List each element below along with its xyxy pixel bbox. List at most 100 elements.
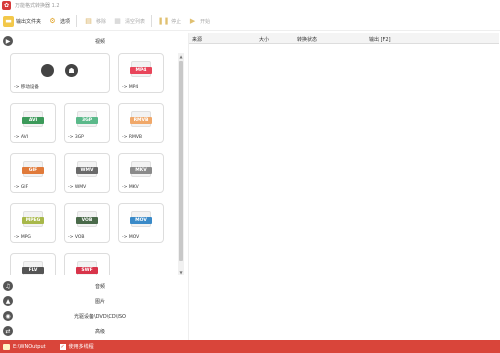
format-tile-3gp[interactable]: 3GP -> 3GP [64,103,110,143]
clear-list-label: 清空列表 [125,18,146,25]
folder-icon: ▬ [3,15,14,27]
app-window: ✿ 万能格式转换器 1.2 ▬ 输出文件夹 ⚙ 选项 ▤ 移除 ▦ 清空列表 ❚… [0,0,500,353]
toolbar: ▬ 输出文件夹 ⚙ 选项 ▤ 移除 ▦ 清空列表 ❚❚ 停止 ▶ 开始 [0,12,500,31]
format-tile-rmvb[interactable]: RMVB -> RMVB [118,103,164,143]
format-scrollbar[interactable]: ▲ ▼ [178,53,184,275]
column-size[interactable]: 大小 [259,36,269,43]
format-panel: ▶ 视频 ☗ -> 移动设备 MP4 -> MP4 AVI -> AVI 3GP… [0,33,186,340]
format-label: -> 移动设备 [14,85,39,90]
format-label: -> MKV [122,185,139,190]
format-tile-gif[interactable]: GIF -> GIF [10,153,56,193]
format-badge: SWF [76,267,98,274]
format-badge: MPEG [22,217,44,224]
column-source[interactable]: 来源 [192,36,202,43]
music-icon: ♫ [3,281,13,291]
format-tile-mpg[interactable]: MPEG -> MPG [10,203,56,243]
category-video-label: 视频 [94,38,105,45]
pause-icon: ❚❚ [157,17,170,25]
category-advanced-label: 高级 [94,328,105,335]
folder-icon[interactable] [3,343,10,350]
apple-icon [41,64,54,77]
format-tile-avi[interactable]: AVI -> AVI [10,103,56,143]
format-badge: GIF [22,167,44,174]
format-tile-mkv[interactable]: MKV -> MKV [118,153,164,193]
format-label: -> MOV [122,235,140,240]
category-audio-label: 音频 [94,283,105,290]
format-label: -> VOB [68,235,85,240]
format-badge: RMVB [130,117,152,124]
format-label: -> AVI [14,135,29,140]
disc-icon: ◉ [3,311,13,321]
clear-list-icon: ▦ [114,17,121,25]
file-format-icon: GIF [22,161,44,177]
scroll-up-arrow-icon[interactable]: ▲ [178,53,184,59]
format-badge: FLV [22,267,44,274]
play-icon: ▶ [3,36,13,46]
file-format-icon: AVI [22,111,44,127]
output-folder-button[interactable]: ▬ 输出文件夹 [0,12,44,31]
format-tile-flv[interactable]: FLV [10,253,56,275]
file-format-icon: MPEG [22,211,44,227]
format-tile-mobile[interactable]: ☗ -> 移动设备 [10,53,110,93]
file-format-icon: WMV [76,161,98,177]
format-badge: 3GP [76,117,98,124]
format-label: -> 3GP [68,135,84,140]
options-label: 选项 [60,18,71,25]
category-audio[interactable]: ♫ 音频 [0,280,186,292]
start-label: 开始 [200,18,211,25]
column-status[interactable]: 转换状态 [297,36,317,43]
file-list-header: 来源 大小 转换状态 输出 [F2] [189,33,499,44]
category-video[interactable]: ▶ 视频 [0,35,186,47]
document-icon: ▤ [85,17,92,25]
toolbar-divider [151,15,153,27]
file-format-icon: MP4 [130,61,152,77]
category-advanced[interactable]: ⇄ 高级 [0,325,186,337]
format-badge: MOV [130,217,152,224]
format-tile-mp4[interactable]: MP4 -> MP4 [118,53,164,93]
stop-button[interactable]: ❚❚ 停止 [155,12,184,31]
format-tile-mov[interactable]: MOV -> MOV [118,203,164,243]
format-tile-vob[interactable]: VOB -> VOB [64,203,110,243]
scroll-thumb[interactable] [179,61,183,261]
app-logo-icon: ✿ [2,1,11,10]
file-format-icon: VOB [76,211,98,227]
toolbar-divider [76,15,78,27]
output-folder-label: 输出文件夹 [16,18,42,25]
options-button[interactable]: ⚙ 选项 [44,12,73,31]
format-badge: MP4 [130,67,152,74]
image-icon: ▲ [3,296,13,306]
file-format-icon: FLV [22,261,44,275]
format-tile-wmv[interactable]: WMV -> WMV [64,153,110,193]
clear-list-button[interactable]: ▦ 清空列表 [109,12,148,31]
multithread-checkbox[interactable]: ✓ [59,343,66,350]
format-label: -> GIF [14,185,29,190]
scroll-down-arrow-icon[interactable]: ▼ [178,269,184,275]
file-format-icon: RMVB [130,111,152,127]
format-label: -> MP4 [122,85,139,90]
play-icon: ▶ [189,17,196,25]
file-format-icon: MOV [130,211,152,227]
format-tile-swf[interactable]: SWF [64,253,110,275]
format-label: -> WMV [68,185,87,190]
format-grid: ☗ -> 移动设备 MP4 -> MP4 AVI -> AVI 3GP -> 3… [10,53,174,275]
multithread-label: 使用多线程 [68,344,94,350]
remove-button[interactable]: ▤ 移除 [80,12,109,31]
start-button[interactable]: ▶ 开始 [184,12,213,31]
format-badge: MKV [130,167,152,174]
category-disc[interactable]: ◉ 光驱设备\DVD\CD\ISO [0,310,186,322]
file-format-icon: SWF [76,261,98,275]
window-title: 万能格式转换器 1.2 [15,3,60,9]
title-bar: ✿ 万能格式转换器 1.2 [0,0,500,11]
output-path[interactable]: E:\WNOutput [13,344,46,350]
column-output[interactable]: 输出 [F2] [369,36,391,43]
format-badge: WMV [76,167,98,174]
category-disc-label: 光驱设备\DVD\CD\ISO [73,313,126,320]
gear-icon: ⚙ [49,17,56,25]
format-label: -> MPG [14,235,31,240]
category-image[interactable]: ▲ 图片 [0,295,186,307]
format-badge: AVI [22,117,44,124]
status-bar: E:\WNOutput ✓ 使用多线程 [0,340,500,353]
format-badge: VOB [76,217,98,224]
file-list: 来源 大小 转换状态 输出 [F2] [188,33,499,340]
file-format-icon: MKV [130,161,152,177]
